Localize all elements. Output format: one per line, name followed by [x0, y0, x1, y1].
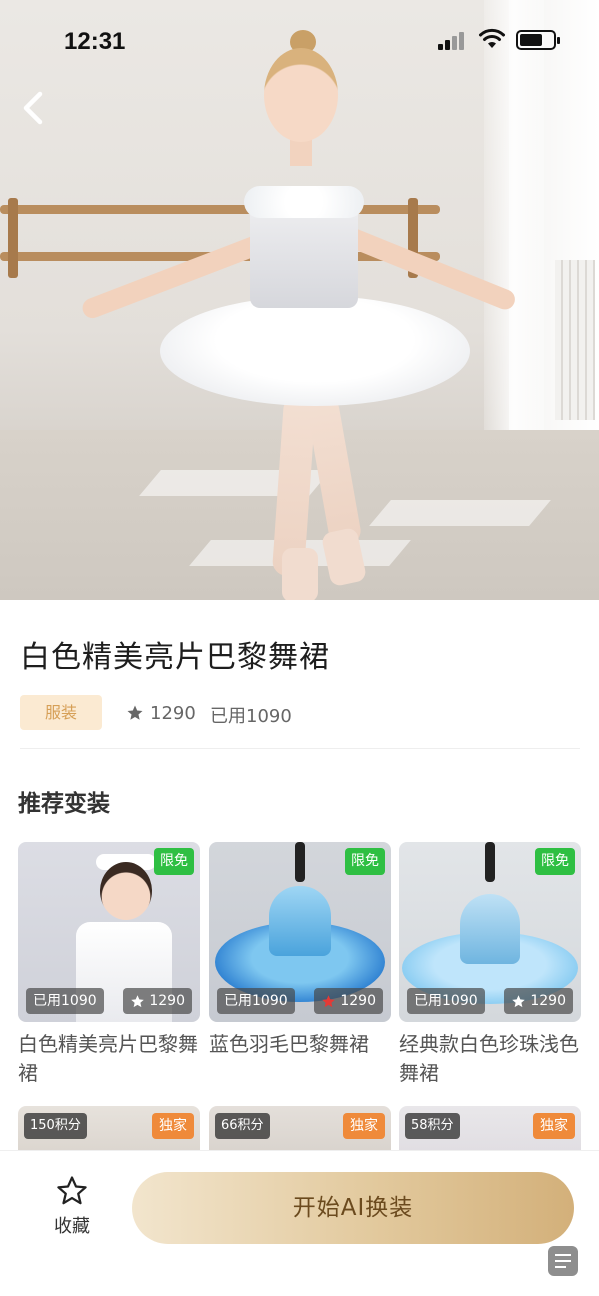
chevron-left-icon[interactable]: [16, 88, 52, 128]
free-badge: 限免: [345, 848, 385, 875]
points-badge: 66积分: [215, 1113, 270, 1139]
rating-value: 1290: [150, 702, 196, 724]
card-label[interactable]: 白色精美亮片巴黎舞裙: [18, 1030, 198, 1088]
exclusive-badge: 独家: [343, 1113, 385, 1139]
star-badge: 1290: [504, 988, 573, 1014]
document-icon[interactable]: [548, 1246, 578, 1276]
star-badge: 1290: [314, 988, 383, 1014]
card-label[interactable]: 蓝色羽毛巴黎舞裙: [209, 1030, 399, 1059]
status-time: 12:31: [64, 28, 126, 55]
status-bar: 12:31: [0, 0, 599, 84]
mannequin-head: [485, 842, 495, 882]
wifi-icon: [479, 28, 505, 48]
battery-icon: [516, 30, 560, 50]
free-badge: 限免: [154, 848, 194, 875]
recommendation-card[interactable]: 限免 已用1090 1290: [209, 842, 391, 1022]
product-title: 白色精美亮片巴黎舞裙: [20, 640, 330, 675]
exclusive-badge: 独家: [152, 1113, 194, 1139]
start-ai-dressup-button[interactable]: 开始AI换装: [132, 1172, 574, 1244]
mannequin-head: [295, 842, 305, 882]
used-badge: 已用1090: [26, 988, 104, 1014]
points-badge: 58积分: [405, 1113, 460, 1139]
exclusive-badge: 独家: [533, 1113, 575, 1139]
recommendation-card[interactable]: 限免 已用1090 1290: [399, 842, 581, 1022]
star-badge: 1290: [123, 988, 192, 1014]
usage-count: 已用1090: [210, 706, 292, 727]
star-icon: [512, 994, 526, 1007]
section-title: 推荐变装: [18, 791, 110, 817]
card-label[interactable]: 经典款白色珍珠浅色舞裙: [399, 1030, 579, 1088]
hero-image: [0, 0, 599, 600]
cellular-signal-icon: [438, 32, 466, 50]
rating-count: 1290: [126, 702, 196, 724]
star-outline-icon: [57, 1176, 87, 1205]
free-badge: 限免: [535, 848, 575, 875]
favorite-button[interactable]: 收藏: [44, 1172, 100, 1238]
used-badge: 已用1090: [217, 988, 295, 1014]
star-icon: [322, 994, 336, 1007]
recommendation-card[interactable]: 限免 已用1090 1290: [18, 842, 200, 1022]
used-badge: 已用1090: [407, 988, 485, 1014]
dancer-figure: [0, 0, 599, 600]
divider: [20, 748, 580, 749]
star-icon: [127, 705, 143, 720]
favorite-label: 收藏: [54, 1216, 90, 1237]
points-badge: 150积分: [24, 1113, 87, 1139]
star-icon: [131, 994, 145, 1007]
category-tag: 服装: [20, 695, 102, 730]
